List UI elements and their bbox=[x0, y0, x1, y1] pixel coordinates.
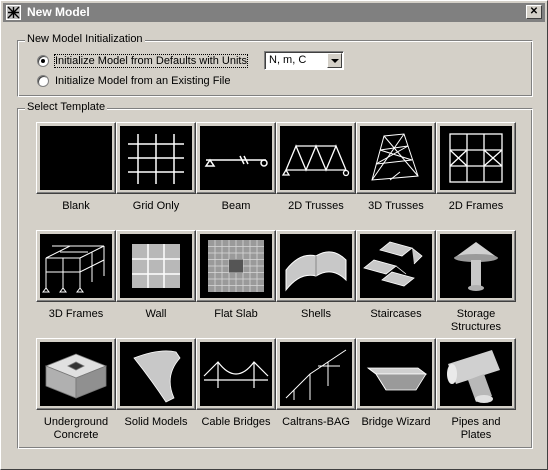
wall-icon bbox=[120, 234, 192, 298]
template-3d-frames-button[interactable] bbox=[36, 230, 116, 302]
template-label: Grid Only bbox=[132, 200, 180, 212]
template-solid-models-button[interactable] bbox=[116, 338, 196, 410]
template-label: 2D Trusses bbox=[288, 200, 344, 212]
template-grid-only-button[interactable] bbox=[116, 122, 196, 194]
template-label: 2D Frames bbox=[448, 200, 504, 212]
template-2d-frames-button[interactable] bbox=[436, 122, 516, 194]
pipes-and-plates-icon bbox=[440, 342, 512, 406]
template-shells-button[interactable] bbox=[276, 230, 356, 302]
3d-trusses-icon bbox=[360, 126, 432, 190]
2d-frames-icon bbox=[440, 126, 512, 190]
template-label: Pipes and Plates bbox=[451, 416, 501, 441]
template-label: Flat Slab bbox=[214, 308, 258, 320]
template-bridge-wizard-button[interactable] bbox=[356, 338, 436, 410]
template-label: Beam bbox=[221, 200, 251, 212]
blank-icon bbox=[40, 126, 112, 190]
template-label: Wall bbox=[145, 308, 167, 320]
template-label: Shells bbox=[301, 308, 331, 320]
template-label: Solid Models bbox=[124, 416, 188, 428]
template-label: Cable Bridges bbox=[201, 416, 271, 428]
new-model-dialog: New Model ✕ New Model Initialization Ini… bbox=[0, 0, 548, 470]
template-label: Storage Structures bbox=[450, 308, 502, 333]
template-underground-concrete-button[interactable] bbox=[36, 338, 116, 410]
template-flat-slab-button[interactable] bbox=[196, 230, 276, 302]
shells-icon bbox=[280, 234, 352, 298]
radio-defaults-label[interactable]: Initialize Model from Defaults with Unit… bbox=[54, 54, 248, 68]
template-label: Staircases bbox=[370, 308, 422, 320]
template-beam-button[interactable] bbox=[196, 122, 276, 194]
app-icon bbox=[6, 5, 21, 20]
template-blank-button[interactable] bbox=[36, 122, 116, 194]
radio-defaults-button[interactable] bbox=[37, 55, 49, 67]
template-2d-trusses-button[interactable] bbox=[276, 122, 356, 194]
template-caltrans-bag-button[interactable] bbox=[276, 338, 356, 410]
close-icon: ✕ bbox=[529, 6, 539, 17]
template-label: Bridge Wizard bbox=[361, 416, 431, 428]
radio-existing-button[interactable] bbox=[37, 75, 49, 87]
close-button[interactable]: ✕ bbox=[526, 5, 542, 19]
chevron-down-icon bbox=[331, 59, 339, 63]
title-bar: New Model ✕ bbox=[3, 3, 545, 22]
template-staircases-button[interactable] bbox=[356, 230, 436, 302]
template-cable-bridges-button[interactable] bbox=[196, 338, 276, 410]
2d-trusses-icon bbox=[280, 126, 352, 190]
grid-only-icon bbox=[120, 126, 192, 190]
beam-icon bbox=[200, 126, 272, 190]
staircases-icon bbox=[360, 234, 432, 298]
storage-structures-icon bbox=[440, 234, 512, 298]
template-label: Caltrans-BAG bbox=[282, 416, 350, 428]
template-label: Blank bbox=[62, 200, 90, 212]
flat-slab-icon bbox=[200, 234, 272, 298]
init-group-label: New Model Initialization bbox=[25, 33, 145, 46]
template-label: 3D Frames bbox=[48, 308, 104, 320]
3d-frames-icon bbox=[40, 234, 112, 298]
template-wall-button[interactable] bbox=[116, 230, 196, 302]
template-pipes-and-plates-button[interactable] bbox=[436, 338, 516, 410]
solid-models-icon bbox=[120, 342, 192, 406]
template-3d-trusses-button[interactable] bbox=[356, 122, 436, 194]
bridge-wizard-icon bbox=[360, 342, 432, 406]
units-dropdown-button[interactable] bbox=[327, 53, 342, 68]
units-select[interactable]: N, m, C bbox=[264, 51, 344, 70]
cable-bridges-icon bbox=[200, 342, 272, 406]
template-group-label: Select Template bbox=[25, 101, 108, 114]
template-label: 3D Trusses bbox=[368, 200, 424, 212]
window-title: New Model bbox=[27, 5, 90, 19]
underground-concrete-icon bbox=[40, 342, 112, 406]
units-value: N, m, C bbox=[269, 54, 307, 66]
template-label: Underground Concrete bbox=[43, 416, 109, 441]
radio-existing-label[interactable]: Initialize Model from an Existing File bbox=[55, 75, 230, 87]
caltrans-bag-icon bbox=[280, 342, 352, 406]
template-storage-structures-button[interactable] bbox=[436, 230, 516, 302]
